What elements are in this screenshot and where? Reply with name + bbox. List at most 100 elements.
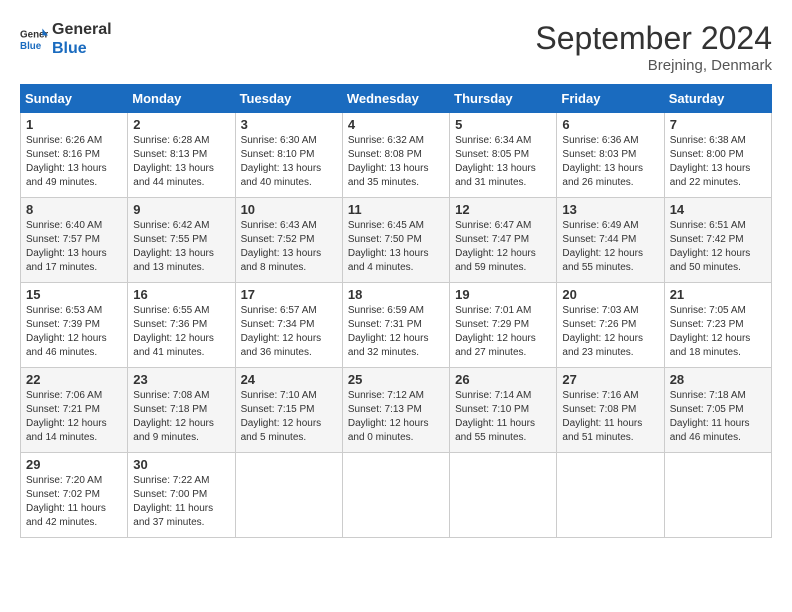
day-info: Sunrise: 7:18 AMSunset: 7:05 PMDaylight:… bbox=[670, 389, 766, 445]
day-number: 22 bbox=[26, 372, 122, 387]
calendar-cell: 30 Sunrise: 7:22 AMSunset: 7:00 PMDayligh… bbox=[128, 453, 235, 538]
day-number: 18 bbox=[348, 287, 444, 302]
calendar-cell: 29 Sunrise: 7:20 AMSunset: 7:02 PMDayligh… bbox=[21, 453, 128, 538]
logo: General Blue General Blue bbox=[20, 20, 112, 58]
day-header-saturday: Saturday bbox=[664, 85, 771, 113]
calendar-cell bbox=[450, 453, 557, 538]
month-title: September 2024 bbox=[535, 20, 772, 57]
calendar-cell: 12 Sunrise: 6:47 AMSunset: 7:47 PMDayligh… bbox=[450, 198, 557, 283]
day-info: Sunrise: 7:08 AMSunset: 7:18 PMDaylight:… bbox=[133, 389, 229, 445]
day-info: Sunrise: 6:38 AMSunset: 8:00 PMDaylight:… bbox=[670, 134, 766, 190]
day-number: 8 bbox=[26, 202, 122, 217]
calendar-cell: 2 Sunrise: 6:28 AMSunset: 8:13 PMDaylight… bbox=[128, 113, 235, 198]
calendar-cell: 10 Sunrise: 6:43 AMSunset: 7:52 PMDayligh… bbox=[235, 198, 342, 283]
day-header-wednesday: Wednesday bbox=[342, 85, 449, 113]
day-info: Sunrise: 6:40 AMSunset: 7:57 PMDaylight:… bbox=[26, 219, 122, 275]
day-header-sunday: Sunday bbox=[21, 85, 128, 113]
calendar-cell: 22 Sunrise: 7:06 AMSunset: 7:21 PMDayligh… bbox=[21, 368, 128, 453]
day-number: 3 bbox=[241, 117, 337, 132]
logo-icon: General Blue bbox=[20, 25, 48, 53]
day-info: Sunrise: 7:03 AMSunset: 7:26 PMDaylight:… bbox=[562, 304, 658, 360]
day-number: 11 bbox=[348, 202, 444, 217]
calendar-cell: 14 Sunrise: 6:51 AMSunset: 7:42 PMDayligh… bbox=[664, 198, 771, 283]
day-number: 4 bbox=[348, 117, 444, 132]
calendar-cell: 6Sunrise: 6:36 AMSunset: 8:03 PMDaylight… bbox=[557, 113, 664, 198]
calendar-cell bbox=[235, 453, 342, 538]
day-info: Sunrise: 7:10 AMSunset: 7:15 PMDaylight:… bbox=[241, 389, 337, 445]
day-info: Sunrise: 6:55 AMSunset: 7:36 PMDaylight:… bbox=[133, 304, 229, 360]
day-number: 9 bbox=[133, 202, 229, 217]
location: Brejning, Denmark bbox=[535, 57, 772, 74]
day-info: Sunrise: 6:32 AMSunset: 8:08 PMDaylight:… bbox=[348, 134, 444, 190]
calendar-cell: 27 Sunrise: 7:16 AMSunset: 7:08 PMDayligh… bbox=[557, 368, 664, 453]
calendar-cell: 20 Sunrise: 7:03 AMSunset: 7:26 PMDayligh… bbox=[557, 283, 664, 368]
calendar-week-row: 8 Sunrise: 6:40 AMSunset: 7:57 PMDaylight… bbox=[21, 198, 772, 283]
day-number: 21 bbox=[670, 287, 766, 302]
day-info: Sunrise: 7:14 AMSunset: 7:10 PMDaylight:… bbox=[455, 389, 551, 445]
day-info: Sunrise: 6:51 AMSunset: 7:42 PMDaylight:… bbox=[670, 219, 766, 275]
calendar-cell: 24 Sunrise: 7:10 AMSunset: 7:15 PMDayligh… bbox=[235, 368, 342, 453]
day-number: 16 bbox=[133, 287, 229, 302]
calendar-cell: 28 Sunrise: 7:18 AMSunset: 7:05 PMDayligh… bbox=[664, 368, 771, 453]
calendar-cell: 11Sunrise: 6:45 AMSunset: 7:50 PMDayligh… bbox=[342, 198, 449, 283]
day-info: Sunrise: 6:26 AMSunset: 8:16 PMDaylight:… bbox=[26, 134, 122, 190]
day-number: 26 bbox=[455, 372, 551, 387]
calendar-cell: 21Sunrise: 7:05 AMSunset: 7:23 PMDayligh… bbox=[664, 283, 771, 368]
day-info: Sunrise: 7:01 AMSunset: 7:29 PMDaylight:… bbox=[455, 304, 551, 360]
calendar-cell: 17Sunrise: 6:57 AMSunset: 7:34 PMDayligh… bbox=[235, 283, 342, 368]
day-info: Sunrise: 6:34 AMSunset: 8:05 PMDaylight:… bbox=[455, 134, 551, 190]
calendar-cell: 5 Sunrise: 6:34 AMSunset: 8:05 PMDaylight… bbox=[450, 113, 557, 198]
logo-general: General bbox=[52, 20, 112, 39]
calendar-week-row: 1 Sunrise: 6:26 AMSunset: 8:16 PMDaylight… bbox=[21, 113, 772, 198]
svg-text:Blue: Blue bbox=[20, 41, 42, 52]
day-header-thursday: Thursday bbox=[450, 85, 557, 113]
day-header-tuesday: Tuesday bbox=[235, 85, 342, 113]
day-info: Sunrise: 7:12 AMSunset: 7:13 PMDaylight:… bbox=[348, 389, 444, 445]
day-info: Sunrise: 7:20 AMSunset: 7:02 PMDaylight:… bbox=[26, 474, 122, 530]
calendar-cell bbox=[342, 453, 449, 538]
logo-blue: Blue bbox=[52, 39, 112, 58]
day-number: 5 bbox=[455, 117, 551, 132]
calendar-week-row: 15 Sunrise: 6:53 AMSunset: 7:39 PMDayligh… bbox=[21, 283, 772, 368]
day-header-friday: Friday bbox=[557, 85, 664, 113]
calendar-cell: 26 Sunrise: 7:14 AMSunset: 7:10 PMDayligh… bbox=[450, 368, 557, 453]
day-number: 14 bbox=[670, 202, 766, 217]
day-header-monday: Monday bbox=[128, 85, 235, 113]
day-info: Sunrise: 6:43 AMSunset: 7:52 PMDaylight:… bbox=[241, 219, 337, 275]
day-info: Sunrise: 6:36 AMSunset: 8:03 PMDaylight:… bbox=[562, 134, 658, 190]
day-number: 25 bbox=[348, 372, 444, 387]
day-number: 12 bbox=[455, 202, 551, 217]
day-info: Sunrise: 6:57 AMSunset: 7:34 PMDaylight:… bbox=[241, 304, 337, 360]
calendar-cell: 1 Sunrise: 6:26 AMSunset: 8:16 PMDaylight… bbox=[21, 113, 128, 198]
day-number: 7 bbox=[670, 117, 766, 132]
day-info: Sunrise: 6:53 AMSunset: 7:39 PMDaylight:… bbox=[26, 304, 122, 360]
day-number: 15 bbox=[26, 287, 122, 302]
day-number: 30 bbox=[133, 457, 229, 472]
calendar-cell: 23 Sunrise: 7:08 AMSunset: 7:18 PMDayligh… bbox=[128, 368, 235, 453]
day-info: Sunrise: 6:28 AMSunset: 8:13 PMDaylight:… bbox=[133, 134, 229, 190]
calendar-cell: 18Sunrise: 6:59 AMSunset: 7:31 PMDayligh… bbox=[342, 283, 449, 368]
calendar-cell: 7 Sunrise: 6:38 AMSunset: 8:00 PMDaylight… bbox=[664, 113, 771, 198]
calendar-cell: 8 Sunrise: 6:40 AMSunset: 7:57 PMDaylight… bbox=[21, 198, 128, 283]
day-info: Sunrise: 6:30 AMSunset: 8:10 PMDaylight:… bbox=[241, 134, 337, 190]
day-info: Sunrise: 7:16 AMSunset: 7:08 PMDaylight:… bbox=[562, 389, 658, 445]
day-number: 23 bbox=[133, 372, 229, 387]
calendar-cell: 25 Sunrise: 7:12 AMSunset: 7:13 PMDayligh… bbox=[342, 368, 449, 453]
calendar-cell bbox=[557, 453, 664, 538]
day-info: Sunrise: 6:47 AMSunset: 7:47 PMDaylight:… bbox=[455, 219, 551, 275]
day-number: 20 bbox=[562, 287, 658, 302]
calendar-cell: 19Sunrise: 7:01 AMSunset: 7:29 PMDayligh… bbox=[450, 283, 557, 368]
day-number: 1 bbox=[26, 117, 122, 132]
day-number: 29 bbox=[26, 457, 122, 472]
day-number: 10 bbox=[241, 202, 337, 217]
day-info: Sunrise: 7:06 AMSunset: 7:21 PMDaylight:… bbox=[26, 389, 122, 445]
day-info: Sunrise: 7:22 AMSunset: 7:00 PMDaylight:… bbox=[133, 474, 229, 530]
day-number: 27 bbox=[562, 372, 658, 387]
day-number: 24 bbox=[241, 372, 337, 387]
day-number: 28 bbox=[670, 372, 766, 387]
calendar-week-row: 29 Sunrise: 7:20 AMSunset: 7:02 PMDayligh… bbox=[21, 453, 772, 538]
calendar-cell: 4 Sunrise: 6:32 AMSunset: 8:08 PMDaylight… bbox=[342, 113, 449, 198]
calendar-cell: 13Sunrise: 6:49 AMSunset: 7:44 PMDayligh… bbox=[557, 198, 664, 283]
day-info: Sunrise: 6:49 AMSunset: 7:44 PMDaylight:… bbox=[562, 219, 658, 275]
day-number: 2 bbox=[133, 117, 229, 132]
